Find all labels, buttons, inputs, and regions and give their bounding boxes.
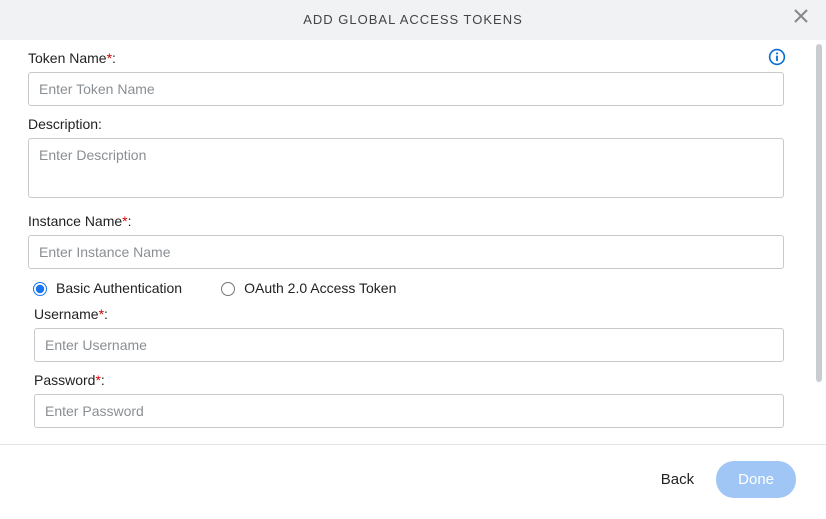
form-scroll-area: Token Name*: Description: Instance Name*…	[0, 40, 812, 444]
instance-name-input[interactable]	[28, 235, 784, 269]
username-label-text: Username	[34, 306, 99, 322]
info-icon[interactable]	[768, 48, 786, 69]
radio-basic-auth[interactable]: Basic Authentication	[28, 279, 182, 296]
radio-oauth[interactable]: OAuth 2.0 Access Token	[216, 279, 396, 296]
auth-type-row: Basic Authentication OAuth 2.0 Access To…	[28, 279, 784, 296]
radio-basic-auth-label: Basic Authentication	[56, 280, 182, 296]
colon: :	[112, 50, 116, 66]
password-label-text: Password	[34, 372, 95, 388]
colon: :	[128, 213, 132, 229]
token-name-row: Token Name*:	[28, 50, 784, 106]
radio-oauth-input[interactable]	[221, 282, 235, 296]
password-input[interactable]	[34, 394, 784, 428]
dialog-title: ADD GLOBAL ACCESS TOKENS	[303, 12, 523, 27]
password-label: Password*:	[34, 372, 784, 388]
close-button[interactable]	[786, 0, 816, 40]
username-row: Username*:	[34, 306, 784, 362]
colon: :	[104, 306, 108, 322]
vertical-scrollbar[interactable]	[816, 44, 822, 382]
instance-name-label: Instance Name*:	[28, 213, 784, 229]
username-input[interactable]	[34, 328, 784, 362]
description-input[interactable]	[28, 138, 784, 198]
instance-name-label-text: Instance Name	[28, 213, 122, 229]
add-global-access-tokens-dialog: ADD GLOBAL ACCESS TOKENS Token Name*: De…	[0, 0, 826, 519]
dialog-footer: Back Done	[0, 444, 826, 519]
token-name-input[interactable]	[28, 72, 784, 106]
close-icon	[793, 0, 809, 40]
radio-basic-auth-input[interactable]	[33, 282, 47, 296]
token-name-label: Token Name*:	[28, 50, 784, 66]
dialog-header: ADD GLOBAL ACCESS TOKENS	[0, 0, 826, 40]
done-button[interactable]: Done	[716, 461, 796, 498]
instance-name-row: Instance Name*:	[28, 213, 784, 269]
password-row: Password*:	[34, 372, 784, 428]
back-button[interactable]: Back	[657, 465, 698, 494]
description-label: Description:	[28, 116, 784, 132]
colon: :	[101, 372, 105, 388]
description-row: Description:	[28, 116, 784, 203]
username-label: Username*:	[34, 306, 784, 322]
dialog-body: Token Name*: Description: Instance Name*…	[0, 40, 826, 444]
token-name-label-text: Token Name	[28, 50, 107, 66]
radio-oauth-label: OAuth 2.0 Access Token	[244, 280, 396, 296]
